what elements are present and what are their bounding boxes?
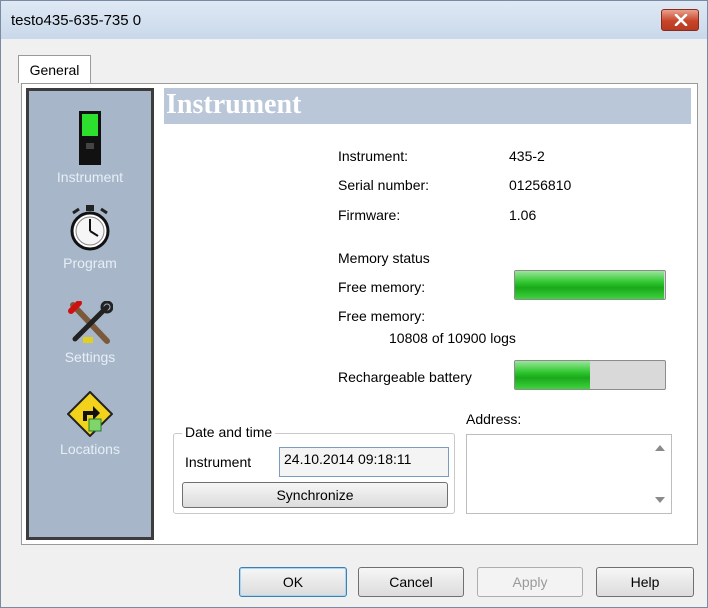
- instrument-label: Instrument:: [338, 148, 409, 164]
- free-memory-logs: 10808 of 10900 logs: [389, 330, 516, 346]
- sidebar-item-locations[interactable]: Locations: [29, 391, 151, 457]
- battery-bar: [514, 360, 666, 390]
- synchronize-button[interactable]: Synchronize: [182, 482, 448, 508]
- window-title: testo435-635-735 0: [11, 12, 142, 29]
- section-title: Instrument: [166, 89, 302, 120]
- tools-icon: [68, 301, 113, 344]
- stopwatch-icon: [70, 205, 110, 251]
- section-header: Instrument: [164, 88, 691, 124]
- sidebar-item-label: Locations: [60, 441, 120, 457]
- free-memory-text-label: Free memory:: [338, 308, 426, 324]
- firmware-label: Firmware:: [338, 207, 401, 223]
- sidebar-item-program[interactable]: Program: [29, 205, 151, 271]
- sidebar-item-label: Instrument: [56, 169, 124, 185]
- instrument-icon: [79, 111, 101, 165]
- tab-general[interactable]: General: [18, 55, 91, 83]
- date-time-group-title: Date and time: [182, 424, 276, 440]
- sidebar: Instrument Program Settings Locations: [26, 88, 154, 540]
- dialog-window: testo435-635-735 0 General Instrument Pr…: [0, 0, 708, 608]
- datetime-field[interactable]: 24.10.2014 09:18:11: [279, 447, 449, 477]
- dialog-client: General Instrument Program Settings Loca…: [1, 39, 707, 607]
- help-button[interactable]: Help: [596, 567, 694, 597]
- battery-label: Rechargeable battery: [338, 369, 472, 385]
- general-tab-panel: Instrument Program Settings Locations In…: [21, 83, 698, 545]
- title-bar[interactable]: testo435-635-735 0: [1, 1, 707, 39]
- close-button[interactable]: [661, 9, 699, 31]
- sidebar-item-settings[interactable]: Settings: [29, 301, 151, 365]
- cancel-button[interactable]: Cancel: [358, 567, 464, 597]
- sidebar-item-label: Settings: [64, 349, 116, 365]
- free-memory-bar: [514, 270, 666, 300]
- date-time-group: Date and time Instrument 24.10.2014 09:1…: [173, 424, 455, 514]
- serial-number-value: 01256810: [509, 177, 572, 193]
- scroll-down-icon[interactable]: [655, 497, 665, 503]
- sidebar-item-instrument[interactable]: Instrument: [29, 111, 151, 185]
- ok-button[interactable]: OK: [239, 567, 347, 597]
- sidebar-item-label: Program: [63, 255, 117, 271]
- datetime-instrument-label: Instrument: [185, 454, 252, 470]
- address-field[interactable]: [466, 434, 672, 514]
- battery-bar-fill: [515, 361, 590, 389]
- instrument-value: 435-2: [509, 148, 545, 164]
- free-memory-label: Free memory:: [338, 279, 426, 295]
- memory-status-heading: Memory status: [338, 250, 430, 266]
- free-memory-bar-fill: [515, 271, 664, 299]
- close-icon: [674, 14, 688, 26]
- road-sign-icon: [67, 391, 113, 437]
- address-label: Address:: [466, 411, 522, 427]
- firmware-value: 1.06: [509, 207, 537, 223]
- apply-button[interactable]: Apply: [477, 567, 583, 597]
- scroll-up-icon[interactable]: [655, 445, 665, 451]
- serial-number-label: Serial number:: [338, 177, 430, 193]
